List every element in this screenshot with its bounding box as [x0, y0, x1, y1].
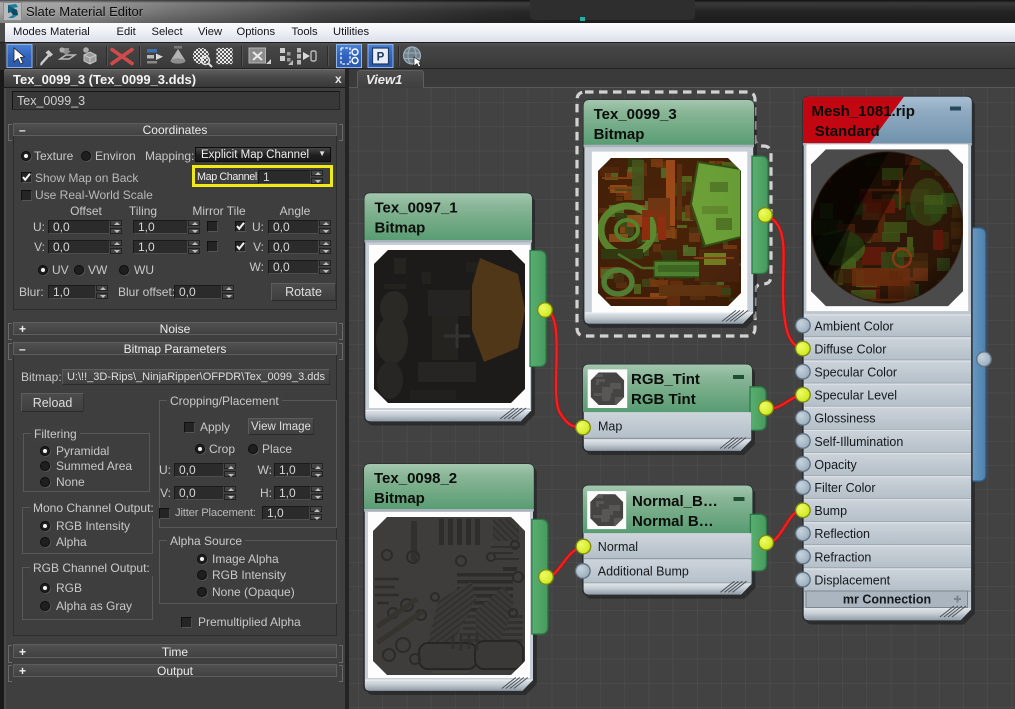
svg-text:Bitmap: Bitmap — [375, 219, 426, 236]
svg-text:RGB Tint: RGB Tint — [631, 391, 696, 408]
svg-text:Glossiness: Glossiness — [814, 412, 875, 426]
svg-text:Standard: Standard — [815, 123, 880, 140]
svg-text:Diffuse Color: Diffuse Color — [814, 342, 886, 356]
svg-text:mr Connection: mr Connection — [843, 593, 931, 607]
svg-text:Tex_0098_2: Tex_0098_2 — [374, 470, 457, 487]
svg-text:Specular Color: Specular Color — [814, 366, 897, 380]
svg-text:Normal: Normal — [598, 540, 638, 554]
svg-text:Displacement: Displacement — [814, 573, 890, 587]
svg-text:Filter Color: Filter Color — [814, 481, 875, 495]
svg-text:Map: Map — [598, 420, 622, 434]
svg-text:Bump: Bump — [814, 504, 847, 518]
svg-text:RGB_Tint: RGB_Tint — [631, 371, 700, 388]
svg-text:Additional Bump: Additional Bump — [598, 565, 689, 579]
svg-text:Self-Illumination: Self-Illumination — [814, 435, 903, 449]
svg-text:Ambient Color: Ambient Color — [814, 319, 893, 333]
svg-text:Refraction: Refraction — [814, 550, 871, 564]
svg-text:P: P — [377, 52, 385, 64]
svg-text:Bitmap: Bitmap — [594, 126, 645, 143]
svg-text:Normal B…: Normal B… — [632, 513, 714, 530]
svg-text:Reflection: Reflection — [814, 527, 870, 541]
svg-text:Opacity: Opacity — [814, 458, 857, 472]
svg-text:Tex_0097_1: Tex_0097_1 — [375, 199, 458, 216]
svg-text:Specular Level: Specular Level — [814, 389, 897, 403]
svg-text:Bitmap: Bitmap — [374, 490, 425, 507]
svg-text:Mesh_1081.rip: Mesh_1081.rip — [812, 103, 915, 120]
svg-text:Normal_B…: Normal_B… — [632, 493, 718, 510]
svg-text:Tex_0099_3: Tex_0099_3 — [594, 106, 677, 123]
